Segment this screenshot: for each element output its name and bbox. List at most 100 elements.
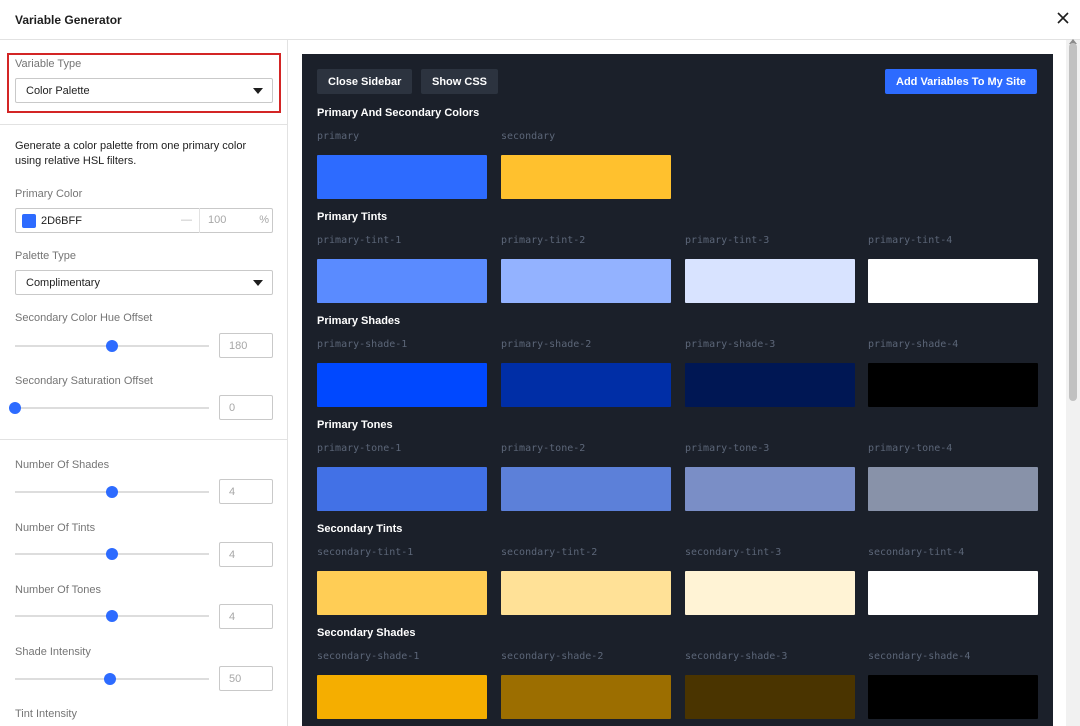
hue-offset-slider[interactable] xyxy=(15,340,209,352)
palette-type-label: Palette Type xyxy=(15,250,76,262)
color-swatch-primary-tint-1[interactable] xyxy=(317,259,487,303)
divider xyxy=(0,124,287,125)
color-swatch-secondary-shade-1[interactable] xyxy=(317,675,487,719)
color-separator: — xyxy=(181,214,192,226)
opacity-input[interactable]: 100 % xyxy=(199,208,274,233)
show-css-button[interactable]: Show CSS xyxy=(421,69,499,94)
group-title: Secondary Shades xyxy=(317,627,416,639)
tints-count-slider[interactable] xyxy=(15,548,209,560)
swatch-label: secondary-tint-3 xyxy=(685,547,782,558)
swatch-label: secondary-shade-1 xyxy=(317,651,420,662)
slider-thumb[interactable] xyxy=(106,610,118,622)
palette-preview: Close Sidebar Show CSS Add Variables To … xyxy=(302,54,1053,726)
variable-type-value: Color Palette xyxy=(26,85,90,97)
chevron-down-icon xyxy=(253,88,263,94)
swatch-label: secondary-shade-2 xyxy=(501,651,604,662)
swatch-label: secondary-tint-1 xyxy=(317,547,414,558)
swatch-label: primary-tone-1 xyxy=(317,443,402,454)
color-swatch-primary-tint-4[interactable] xyxy=(868,259,1038,303)
variable-type-select[interactable]: Color Palette xyxy=(15,78,273,103)
swatch-label: primary-tint-2 xyxy=(501,235,586,246)
color-swatch-secondary-tint-1[interactable] xyxy=(317,571,487,615)
shades-count-label: Number Of Shades xyxy=(15,459,110,471)
tints-count-input[interactable]: 4 xyxy=(219,542,273,567)
color-swatch-primary-shade-3[interactable] xyxy=(685,363,855,407)
palette-type-select[interactable]: Complimentary xyxy=(15,270,273,295)
color-swatch-primary-shade-4[interactable] xyxy=(868,363,1038,407)
shade-intensity-input[interactable]: 50 xyxy=(219,666,273,691)
color-swatch-primary-tone-1[interactable] xyxy=(317,467,487,511)
palette-description: Generate a color palette from one primar… xyxy=(15,140,247,167)
shades-count-slider[interactable] xyxy=(15,486,209,498)
swatch-label: primary-tint-3 xyxy=(685,235,770,246)
swatch-label: secondary-tint-4 xyxy=(868,547,965,558)
color-swatch-secondary-shade-2[interactable] xyxy=(501,675,671,719)
shade-intensity-label: Shade Intensity xyxy=(15,646,91,658)
palette-type-value: Complimentary xyxy=(26,277,100,289)
tones-count-label: Number Of Tones xyxy=(15,584,102,596)
tints-count-label: Number Of Tints xyxy=(15,522,96,534)
color-swatch-primary-shade-2[interactable] xyxy=(501,363,671,407)
color-swatch-primary-tint-2[interactable] xyxy=(501,259,671,303)
tones-count-slider[interactable] xyxy=(15,610,209,622)
hue-offset-label: Secondary Color Hue Offset xyxy=(15,312,153,324)
swatch-label: primary xyxy=(317,131,360,142)
swatch-label: primary-tone-2 xyxy=(501,443,586,454)
close-sidebar-button[interactable]: Close Sidebar xyxy=(317,69,413,94)
color-swatch-secondary-tint-4[interactable] xyxy=(868,571,1038,615)
tones-count-input[interactable]: 4 xyxy=(219,604,273,629)
color-swatch-primary-tone-3[interactable] xyxy=(685,467,855,511)
saturation-offset-input[interactable]: 0 xyxy=(219,395,273,420)
group-title: Primary And Secondary Colors xyxy=(317,107,480,119)
color-swatch-primary-tone-2[interactable] xyxy=(501,467,671,511)
swatch-label: primary-shade-1 xyxy=(317,339,408,350)
color-swatch-secondary-shade-4[interactable] xyxy=(868,675,1038,719)
opacity-value: 100 xyxy=(208,214,227,226)
swatch-label: primary-tint-1 xyxy=(317,235,402,246)
primary-color-swatch[interactable] xyxy=(22,214,36,228)
color-swatch-primary-tone-4[interactable] xyxy=(868,467,1038,511)
swatch-label: secondary-shade-3 xyxy=(685,651,788,662)
swatch-label: secondary-tint-2 xyxy=(501,547,598,558)
color-swatch-primary-tint-3[interactable] xyxy=(685,259,855,303)
swatch-label: primary-shade-4 xyxy=(868,339,959,350)
color-swatch-secondary[interactable] xyxy=(501,155,671,199)
slider-thumb[interactable] xyxy=(106,548,118,560)
color-swatch-secondary-tint-3[interactable] xyxy=(685,571,855,615)
sidebar: Variable Type Color Palette Generate a c… xyxy=(0,40,288,726)
scrollbar-thumb[interactable] xyxy=(1069,43,1077,401)
saturation-offset-slider[interactable] xyxy=(9,402,209,414)
variable-type-label: Variable Type xyxy=(15,58,82,70)
slider-thumb[interactable] xyxy=(106,486,118,498)
swatch-label: primary-tone-4 xyxy=(868,443,953,454)
opacity-unit: % xyxy=(259,214,269,226)
color-swatch-secondary-tint-2[interactable] xyxy=(501,571,671,615)
primary-color-hex[interactable]: 2D6BFF xyxy=(41,215,82,227)
group-title: Primary Shades xyxy=(317,315,401,327)
color-swatch-primary[interactable] xyxy=(317,155,487,199)
scrollbar[interactable] xyxy=(1066,39,1080,726)
primary-color-input[interactable]: 2D6BFF — 100 % xyxy=(15,208,273,233)
shades-count-input[interactable]: 4 xyxy=(219,479,273,504)
swatch-label: primary-shade-3 xyxy=(685,339,776,350)
group-title: Secondary Tints xyxy=(317,523,403,535)
saturation-offset-label: Secondary Saturation Offset xyxy=(15,375,153,387)
group-title: Primary Tones xyxy=(317,419,393,431)
hue-offset-input[interactable]: 180 xyxy=(219,333,273,358)
close-icon[interactable] xyxy=(1054,9,1072,27)
swatch-label: primary-shade-2 xyxy=(501,339,592,350)
swatch-label: secondary-shade-4 xyxy=(868,651,971,662)
color-swatch-primary-shade-1[interactable] xyxy=(317,363,487,407)
shade-intensity-slider[interactable] xyxy=(15,673,209,685)
divider xyxy=(0,439,287,440)
add-variables-button[interactable]: Add Variables To My Site xyxy=(885,69,1037,94)
tint-intensity-label: Tint Intensity xyxy=(15,708,77,720)
slider-thumb[interactable] xyxy=(106,340,118,352)
color-swatch-secondary-shade-3[interactable] xyxy=(685,675,855,719)
slider-thumb[interactable] xyxy=(104,673,117,685)
swatch-label: secondary xyxy=(501,131,556,142)
primary-color-label: Primary Color xyxy=(15,188,83,200)
group-title: Primary Tints xyxy=(317,211,388,223)
swatch-label: primary-tone-3 xyxy=(685,443,770,454)
slider-thumb[interactable] xyxy=(9,402,21,414)
